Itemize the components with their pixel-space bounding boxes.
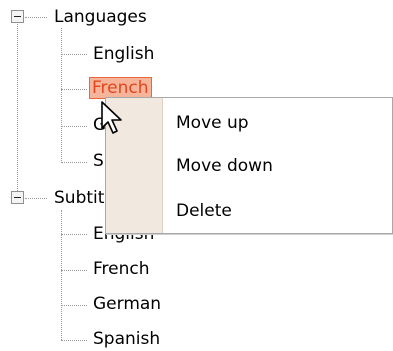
collapse-minus-icon[interactable] bbox=[11, 10, 24, 23]
tree-connector bbox=[25, 17, 47, 18]
tree-node-subtitles-german[interactable]: German bbox=[91, 293, 163, 315]
menu-item-delete[interactable]: Delete bbox=[176, 198, 232, 224]
collapse-minus-icon[interactable] bbox=[11, 191, 24, 204]
tree-node-languages-french[interactable]: French bbox=[89, 77, 152, 99]
tree-connector bbox=[61, 305, 87, 306]
menu-item-move-down[interactable]: Move down bbox=[176, 153, 273, 179]
tree-connector bbox=[61, 270, 87, 271]
tree-connector bbox=[61, 234, 87, 235]
mouse-pointer-icon bbox=[101, 101, 122, 134]
menu-item-move-up[interactable]: Move up bbox=[176, 110, 249, 136]
tree-connector bbox=[25, 198, 47, 199]
tree-connector bbox=[61, 340, 87, 341]
tree-node-languages-english[interactable]: English bbox=[91, 43, 156, 65]
tree-connector bbox=[61, 54, 87, 55]
tree-view-panel: Languages English French German Spanish … bbox=[0, 0, 393, 351]
tree-connector bbox=[17, 22, 18, 197]
tree-connector bbox=[61, 89, 87, 90]
tree-connector bbox=[61, 162, 87, 163]
tree-connector bbox=[61, 126, 87, 127]
tree-connector bbox=[61, 210, 62, 340]
tree-node-subtitles-french[interactable]: French bbox=[91, 258, 152, 280]
tree-connector bbox=[61, 28, 62, 163]
tree-node-subtitles-spanish[interactable]: Spanish bbox=[91, 328, 162, 350]
context-menu: Move up Move down Delete bbox=[105, 97, 393, 234]
tree-node-languages[interactable]: Languages bbox=[52, 6, 149, 28]
